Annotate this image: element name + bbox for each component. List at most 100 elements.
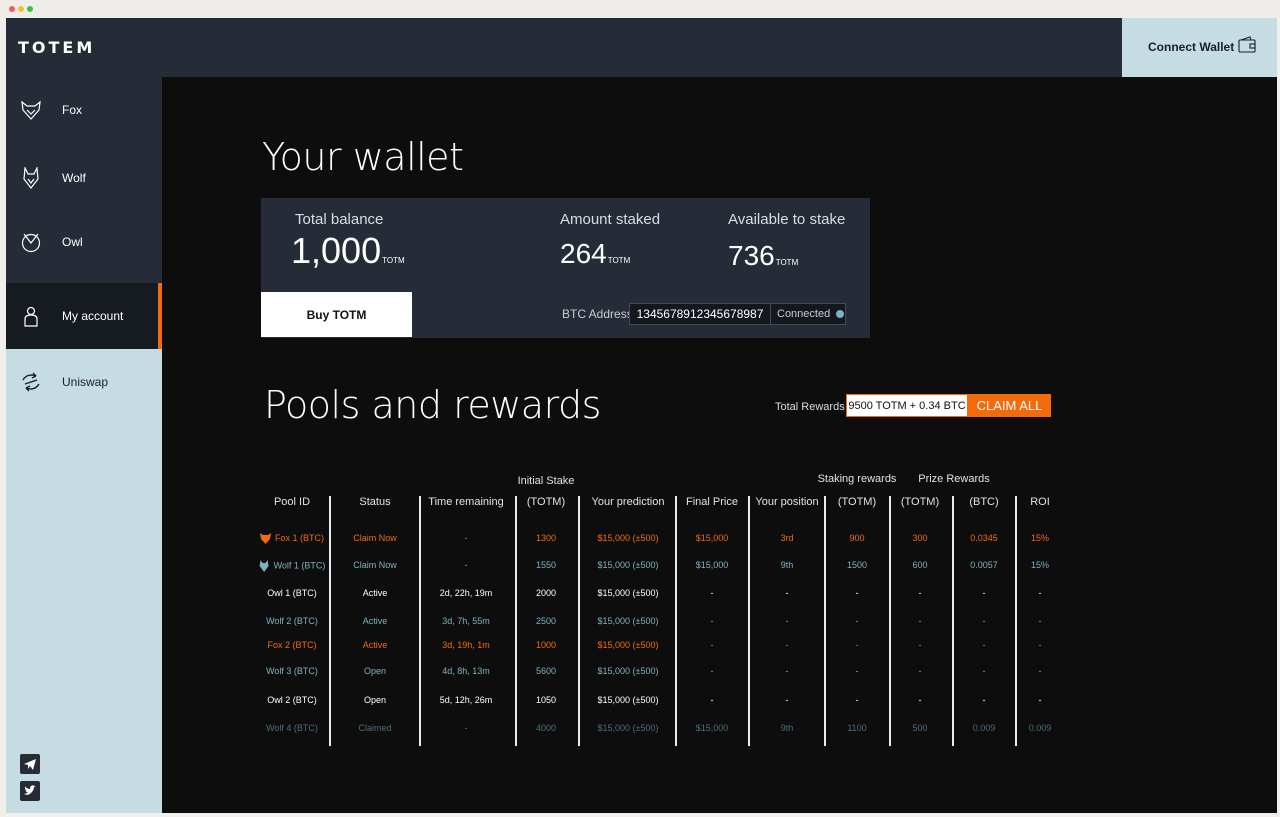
table-cell: - xyxy=(982,640,986,650)
pool-id-cell[interactable]: Fox 2 (BTC) xyxy=(267,640,316,650)
table-cell: $15,000 (±500) xyxy=(597,588,659,598)
sidebar-item-owl[interactable]: Owl xyxy=(6,209,162,275)
minimize-dot-icon[interactable] xyxy=(18,6,24,12)
buy-totm-button[interactable]: Buy TOTM xyxy=(261,292,412,337)
connect-wallet-button[interactable]: Connect Wallet xyxy=(1122,18,1277,77)
close-dot-icon[interactable] xyxy=(9,6,15,12)
table-cell: - xyxy=(982,695,986,705)
window-chrome xyxy=(0,0,1280,18)
main-content: Your wallet Total balance 1,000TOTM Amou… xyxy=(162,77,1277,813)
column-divider xyxy=(952,496,954,746)
table-cell: 1000 xyxy=(535,640,557,650)
table-cell: - xyxy=(1038,640,1042,650)
column-header: ROI xyxy=(1030,496,1050,508)
sidebar: Fox Wolf Owl My account Uniswap xyxy=(6,77,162,813)
btc-address-value[interactable]: 1345678912345678987 xyxy=(630,304,771,324)
table-cell: - xyxy=(855,588,859,598)
amount-staked-label: Amount staked xyxy=(560,211,661,228)
column-header: (TOTM) xyxy=(900,496,940,508)
table-cell: 3d, 7h, 55m xyxy=(442,616,490,626)
total-rewards-label: Total Rewards xyxy=(775,401,845,413)
pool-id-cell[interactable]: Wolf 4 (BTC) xyxy=(266,723,318,733)
wallet-icon xyxy=(1238,36,1256,53)
table-cell: Open xyxy=(363,695,387,705)
table-cell: $15,000 (±500) xyxy=(597,533,659,543)
sidebar-item-fox[interactable]: Fox xyxy=(6,77,162,143)
column-header: (BTC) xyxy=(969,496,999,508)
connect-wallet-label: Connect Wallet xyxy=(1148,40,1235,54)
sidebar-item-label: Owl xyxy=(62,235,83,249)
column-header: Status xyxy=(359,496,391,508)
table-cell: 0.009 xyxy=(1028,723,1052,733)
table-cell: 1550 xyxy=(535,560,557,570)
table-cell: $15,000 (±500) xyxy=(597,723,659,733)
column-header: Final Price xyxy=(686,496,738,508)
total-balance-label: Total balance xyxy=(295,211,384,228)
table-cell: 4000 xyxy=(535,723,557,733)
table-cell: $15,000 xyxy=(695,560,729,570)
available-to-stake-value: 736TOTM xyxy=(728,240,799,271)
table-cell: 900 xyxy=(849,533,865,543)
sidebar-item-wolf[interactable]: Wolf xyxy=(6,145,162,211)
table-cell: 2500 xyxy=(535,616,557,626)
telegram-button[interactable] xyxy=(20,754,40,774)
table-cell[interactable]: Claim Now xyxy=(353,533,397,543)
table-cell: Active xyxy=(362,588,388,598)
sidebar-item-my-account[interactable]: My account xyxy=(6,283,162,349)
table-cell: - xyxy=(918,588,922,598)
pool-id-cell[interactable]: Owl 2 (BTC) xyxy=(267,695,317,705)
table-cell: - xyxy=(855,616,859,626)
table-cell: - xyxy=(710,666,714,676)
user-icon xyxy=(24,306,38,327)
column-header: (TOTM) xyxy=(526,496,566,508)
btc-address-field[interactable]: 1345678912345678987 Connected xyxy=(629,303,846,325)
column-header: (TOTM) xyxy=(837,496,877,508)
wolf-icon xyxy=(23,167,39,189)
table-cell: - xyxy=(710,640,714,650)
table-cell: - xyxy=(918,640,922,650)
table-cell: 1050 xyxy=(535,695,557,705)
sidebar-item-label: Fox xyxy=(62,103,83,117)
claim-all-button[interactable]: CLAIM ALL xyxy=(968,394,1051,417)
table-cell: - xyxy=(855,695,859,705)
table-cell: $15,000 (±500) xyxy=(597,560,659,570)
table-cell: 1100 xyxy=(847,723,867,733)
column-divider xyxy=(329,496,331,746)
table-cell: 300 xyxy=(912,533,928,543)
table-cell[interactable]: Claim Now xyxy=(353,560,397,570)
table-cell: $15,000 (±500) xyxy=(597,666,659,676)
table-cell: Active xyxy=(362,640,388,650)
table-cell: - xyxy=(785,695,789,705)
column-divider xyxy=(515,496,517,746)
column-header: Your position xyxy=(755,496,819,508)
table-cell: - xyxy=(464,533,468,543)
table-cell: $15,000 xyxy=(695,723,729,733)
zoom-dot-icon[interactable] xyxy=(27,6,33,12)
table-cell: Open xyxy=(363,666,387,676)
pool-id-cell[interactable]: Fox 1 (BTC) xyxy=(259,533,324,545)
table-cell: 15% xyxy=(1030,533,1050,543)
sidebar-item-uniswap[interactable]: Uniswap xyxy=(6,349,162,415)
table-cell: - xyxy=(918,616,922,626)
table-cell: 1300 xyxy=(535,533,557,543)
pool-id-cell[interactable]: Wolf 1 (BTC) xyxy=(259,560,325,572)
pool-id-cell[interactable]: Wolf 2 (BTC) xyxy=(266,616,318,626)
totem-logo[interactable]: TOTEM xyxy=(18,38,95,57)
table-cell: Active xyxy=(362,616,388,626)
table-cell: 4d, 8h, 13m xyxy=(442,666,490,676)
pool-id-cell[interactable]: Wolf 3 (BTC) xyxy=(266,666,318,676)
pool-id-cell[interactable]: Owl 1 (BTC) xyxy=(267,588,317,598)
table-cell: - xyxy=(785,666,789,676)
top-bar: TOTEM xyxy=(6,18,1122,77)
twitter-icon xyxy=(24,785,36,795)
group-header-initial-stake: Initial Stake xyxy=(517,475,575,487)
table-cell: 3rd xyxy=(780,533,794,543)
pools-title: Pools and rewards xyxy=(264,383,601,427)
table-cell: 2d, 22h, 19m xyxy=(439,588,493,598)
sidebar-item-label: Uniswap xyxy=(62,375,109,389)
table-cell: - xyxy=(785,616,789,626)
table-cell: - xyxy=(918,695,922,705)
twitter-button[interactable] xyxy=(20,781,40,801)
available-to-stake-label: Available to stake xyxy=(728,211,846,228)
total-balance-value: 1,000TOTM xyxy=(291,230,405,271)
